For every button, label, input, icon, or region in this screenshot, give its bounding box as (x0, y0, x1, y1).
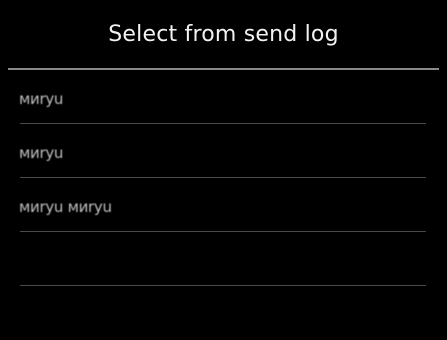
send-log-item-label: миryu миryu (19, 198, 112, 216)
printer-screen: Select from send log миryu миryu миryu м… (0, 0, 447, 335)
send-log-item[interactable] (0, 232, 447, 286)
title-bar: Select from send log (0, 0, 447, 66)
page-title: Select from send log (108, 21, 339, 47)
send-log-item[interactable] (0, 286, 447, 340)
send-log-item[interactable]: миryu миryu (0, 178, 447, 232)
send-log-item-label: миryu (19, 144, 64, 162)
send-log-item[interactable]: миryu (0, 124, 447, 178)
send-log-item-label: миryu (19, 90, 64, 108)
send-log-item[interactable]: миryu (0, 70, 447, 124)
send-log-list: миryu миryu миryu миryu (0, 70, 447, 340)
